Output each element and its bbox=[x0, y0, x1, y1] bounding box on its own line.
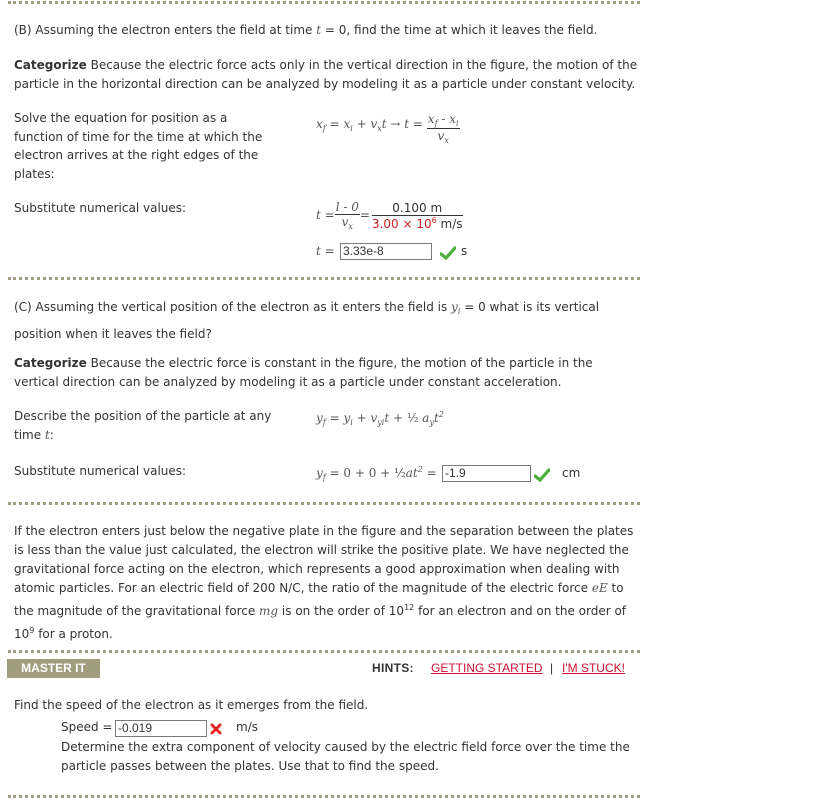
correct-check-icon bbox=[534, 468, 550, 482]
section-divider bbox=[8, 795, 640, 798]
part-b-question-text: (B) Assuming the electron enters the fie… bbox=[14, 23, 317, 37]
velocity-unit: m/s bbox=[436, 216, 463, 231]
part-c-question: (C) Assuming the vertical position of th… bbox=[14, 296, 639, 345]
part-c-step2-label: Substitute numerical values: bbox=[14, 464, 187, 478]
position-unit: cm bbox=[562, 466, 581, 480]
master-it-question: Find the speed of the electron as it eme… bbox=[14, 698, 369, 712]
discussion-paragraph: If the electron enters just below the ne… bbox=[14, 524, 634, 641]
part-b-question: (B) Assuming the electron enters the fie… bbox=[14, 21, 639, 40]
electric-force-variable: eE bbox=[591, 581, 608, 595]
section-divider bbox=[8, 650, 640, 653]
substitution-equation-b: t = l - 0 vx = 0.100 m 3.00 × 106 m/s bbox=[316, 200, 463, 231]
section-divider bbox=[8, 502, 640, 505]
numeric-numerator: 0.100 m bbox=[371, 201, 463, 216]
time-unit: s bbox=[461, 244, 468, 258]
part-c-question-text: (C) Assuming the vertical position of th… bbox=[14, 300, 452, 314]
speed-answer-input[interactable]: -0.019 bbox=[115, 720, 207, 737]
part-c-categorize: Categorize Because the electric force is… bbox=[14, 354, 639, 392]
hint-im-stuck-link[interactable]: I'M STUCK! bbox=[562, 661, 625, 675]
hint-getting-started-link[interactable]: GETTING STARTED bbox=[431, 661, 543, 675]
section-divider bbox=[8, 1, 640, 4]
hints-label: HINTS: bbox=[372, 661, 414, 675]
part-b-step1-label: Solve the equation for position as a fun… bbox=[14, 111, 263, 181]
position-answer-input[interactable]: -1.9 bbox=[442, 465, 531, 482]
incorrect-x-icon bbox=[210, 723, 222, 735]
section-divider bbox=[8, 277, 640, 280]
categorize-label: Categorize bbox=[14, 58, 87, 72]
categorize-label: Categorize bbox=[14, 356, 87, 370]
hint-separator: | bbox=[550, 661, 554, 675]
position-equation-c: yf = yi + vyit + ½ ayt2 bbox=[316, 410, 444, 427]
position-equation-b: xf = xi + vxt → t = xf - xi vx bbox=[316, 112, 460, 145]
categorize-text: Because the electric force acts only in … bbox=[14, 58, 638, 91]
speed-label: Speed = bbox=[61, 720, 113, 734]
correct-check-icon bbox=[440, 246, 456, 260]
speed-unit: m/s bbox=[236, 720, 258, 734]
part-c-step1-label: Describe the position of the particle at… bbox=[14, 409, 272, 442]
gravitational-force-variable: mg bbox=[259, 604, 279, 618]
initial-y-variable: yi bbox=[451, 300, 461, 316]
velocity-value: 3.00 × 10 bbox=[371, 216, 432, 231]
substitution-equation-c: yf = 0 + 0 + ½at2 = bbox=[316, 465, 437, 482]
master-it-button[interactable]: MASTER IT bbox=[7, 659, 100, 678]
part-b-categorize: Categorize Because the electric force ac… bbox=[14, 56, 639, 94]
answer-b-row: t = bbox=[316, 244, 335, 258]
part-b-question-rest: = 0, find the time at which it leaves th… bbox=[321, 23, 598, 37]
feedback-text: Determine the extra component of velocit… bbox=[61, 740, 630, 773]
time-answer-input[interactable]: 3.33e-8 bbox=[340, 243, 432, 260]
categorize-text: Because the electric force is constant i… bbox=[14, 356, 593, 389]
part-b-step2-label: Substitute numerical values: bbox=[14, 201, 187, 215]
symbolic-numerator: l - 0 bbox=[334, 200, 360, 215]
